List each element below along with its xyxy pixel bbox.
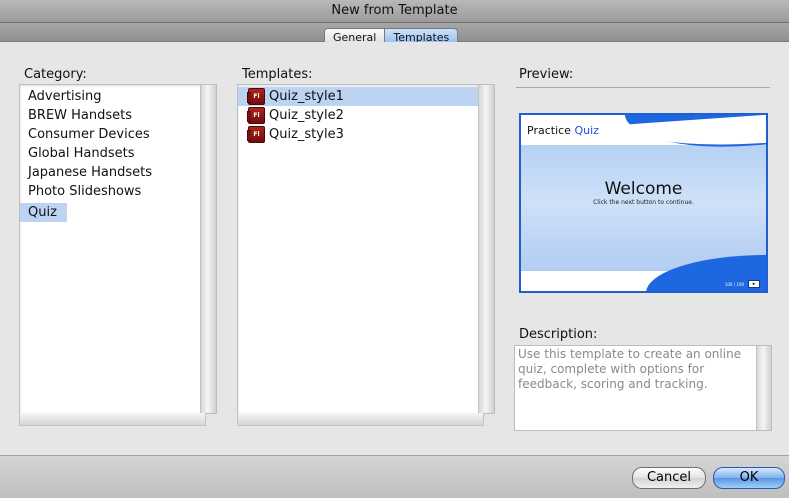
preview-label: Preview: bbox=[519, 67, 574, 82]
category-item-consumer-devices[interactable]: Consumer Devices bbox=[20, 125, 216, 144]
category-item-label: BREW Handsets bbox=[28, 108, 133, 123]
templates-list[interactable]: Fl Quiz_style1 Fl Quiz_style2 Fl Quiz_style3 bbox=[237, 84, 495, 414]
preview-subtitle-text: Click the next button to continue. bbox=[593, 199, 694, 206]
preview-page-indicator: 100 / 100 bbox=[724, 282, 744, 287]
preview-next-icon: ▸ bbox=[748, 280, 760, 288]
flash-document-icon: Fl bbox=[247, 107, 265, 124]
preview-slide-title: Practice Quiz bbox=[527, 124, 599, 137]
category-scrollbar[interactable] bbox=[200, 85, 216, 413]
category-item-label: Consumer Devices bbox=[28, 127, 150, 142]
category-item-advertising[interactable]: Advertising bbox=[20, 87, 216, 106]
category-item-label: Photo Slideshows bbox=[28, 184, 142, 199]
template-preview-thumbnail: Practice Quiz Welcome Click the next but… bbox=[519, 113, 768, 293]
category-label: Category: bbox=[24, 67, 87, 82]
category-horizontal-scrollbar[interactable] bbox=[19, 413, 206, 426]
template-item-quiz_style2[interactable]: Fl Quiz_style2 bbox=[238, 106, 478, 125]
category-item-label: Advertising bbox=[28, 89, 102, 104]
templates-label: Templates: bbox=[242, 67, 313, 82]
category-item-quiz[interactable]: Quiz bbox=[20, 201, 216, 222]
preview-slide-title-prefix: Practice bbox=[527, 124, 575, 137]
flash-document-icon: Fl bbox=[247, 126, 265, 143]
templates-scrollbar[interactable] bbox=[478, 85, 494, 413]
template-item-quiz_style1[interactable]: Fl Quiz_style1 bbox=[238, 87, 478, 106]
category-item-label: Global Handsets bbox=[28, 146, 135, 161]
category-item-label: Quiz bbox=[20, 203, 67, 222]
template-item-label: Quiz_style1 bbox=[269, 89, 344, 104]
window-title: New from Template bbox=[331, 3, 458, 18]
templates-horizontal-scrollbar[interactable] bbox=[237, 413, 484, 426]
preview-slide-title-accent: Quiz bbox=[574, 124, 599, 137]
cancel-button[interactable]: Cancel bbox=[632, 467, 706, 489]
template-item-label: Quiz_style3 bbox=[269, 127, 344, 142]
category-item-global-handsets[interactable]: Global Handsets bbox=[20, 144, 216, 163]
category-item-label: Japanese Handsets bbox=[28, 165, 153, 180]
description-box[interactable]: Use this template to create an online qu… bbox=[514, 345, 772, 431]
category-item-japanese-handsets[interactable]: Japanese Handsets bbox=[20, 163, 216, 182]
flash-document-icon: Fl bbox=[247, 88, 265, 105]
template-item-quiz_style3[interactable]: Fl Quiz_style3 bbox=[238, 125, 478, 144]
preview-welcome-text: Welcome bbox=[604, 179, 683, 199]
description-label: Description: bbox=[519, 327, 598, 342]
category-item-photo-slideshows[interactable]: Photo Slideshows bbox=[20, 182, 216, 201]
description-scrollbar[interactable] bbox=[756, 346, 771, 430]
category-list[interactable]: Advertising BREW Handsets Consumer Devices… bbox=[19, 84, 217, 414]
template-item-label: Quiz_style2 bbox=[269, 108, 344, 123]
category-item-brew-handsets[interactable]: BREW Handsets bbox=[20, 106, 216, 125]
preview-divider bbox=[516, 87, 770, 88]
window-title-bar: New from Template bbox=[0, 0, 789, 23]
description-text: Use this template to create an online qu… bbox=[518, 347, 742, 391]
ok-button[interactable]: OK bbox=[713, 467, 785, 489]
